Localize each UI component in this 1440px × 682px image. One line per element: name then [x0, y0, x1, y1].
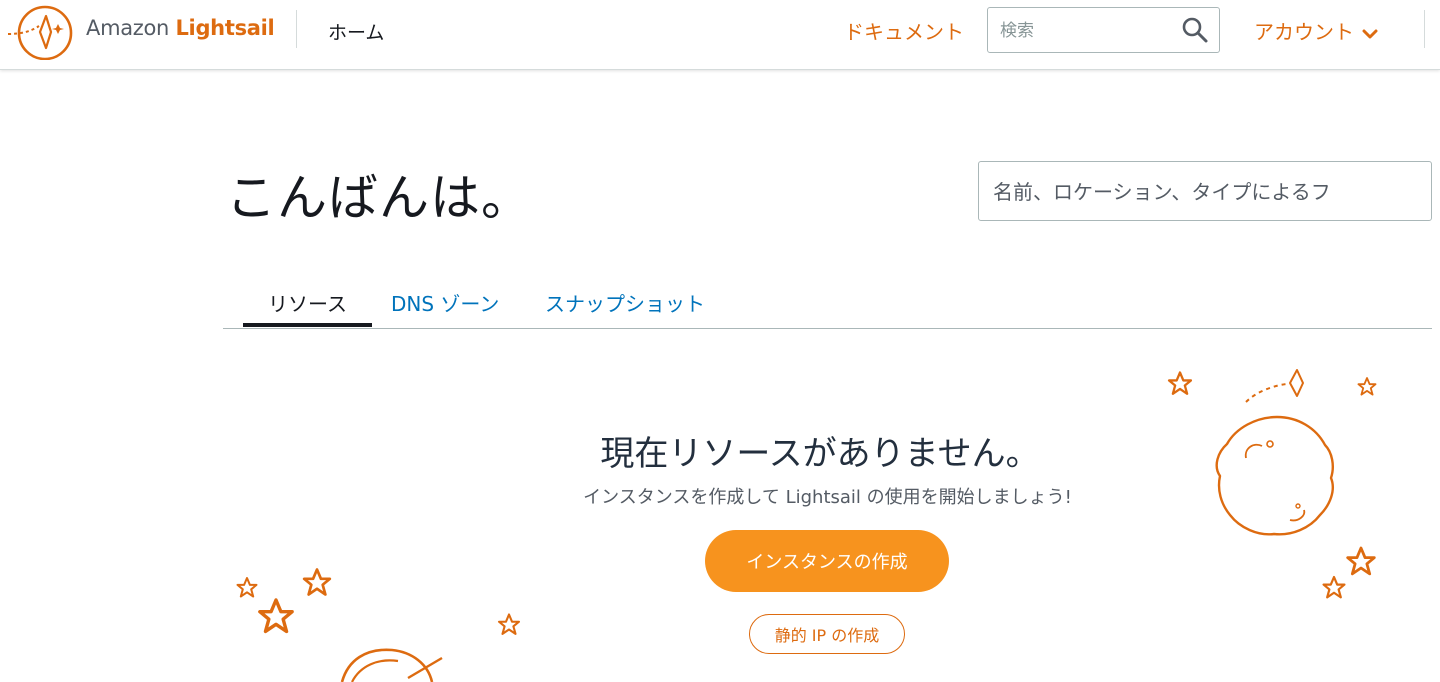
- star-icon: [1167, 371, 1193, 395]
- tab-snapshots[interactable]: スナップショット: [545, 288, 705, 317]
- account-menu[interactable]: アカウント: [1254, 16, 1378, 45]
- resource-tabs: リソース DNS ゾーン スナップショット: [223, 284, 1432, 329]
- trail-dashes: [1245, 383, 1287, 403]
- empty-state-title: 現在リソースがありません。: [600, 434, 1040, 474]
- ship-hull-icon: [351, 659, 399, 682]
- ship-hull-icon: [340, 648, 434, 682]
- star-icon: [302, 568, 332, 596]
- resource-filter-input[interactable]: [991, 176, 1415, 208]
- create-static-ip-button[interactable]: 静的 IP の作成: [749, 614, 905, 654]
- header-search-input[interactable]: [998, 17, 1172, 45]
- star-icon: [497, 613, 521, 635]
- header-right-divider: [1424, 10, 1425, 48]
- header-divider: [296, 10, 297, 48]
- chevron-down-icon: [1362, 29, 1378, 38]
- documentation-link[interactable]: ドキュメント: [844, 16, 964, 45]
- empty-state-subtitle: インスタンスを作成して Lightsail の使用を開始しましょう!: [583, 487, 1072, 508]
- page-greeting: こんばんは。: [226, 169, 532, 227]
- create-instance-button[interactable]: インスタンスの作成: [705, 530, 949, 592]
- star-icon: [1322, 575, 1346, 599]
- resource-filter: [978, 161, 1432, 221]
- brand-name[interactable]: Amazon Lightsail: [86, 16, 275, 40]
- star-icon: [1357, 377, 1377, 396]
- search-icon[interactable]: [1181, 16, 1209, 44]
- small-ship-icon: [1289, 369, 1304, 397]
- star-icon: [1346, 546, 1376, 576]
- home-link[interactable]: ホーム: [328, 18, 384, 45]
- lightsail-logo-icon[interactable]: [6, 4, 74, 60]
- star-icon: [236, 577, 258, 598]
- planet-crater: [1289, 509, 1306, 522]
- brand-prefix: Amazon: [86, 16, 170, 40]
- top-navigation-bar: Amazon Lightsail ホーム ドキュメント アカウント: [0, 0, 1440, 70]
- brand-lightsail: Lightsail: [175, 16, 275, 40]
- ship-line: [407, 656, 443, 680]
- header-search: [987, 7, 1220, 53]
- tab-dns-zones[interactable]: DNS ゾーン: [391, 288, 499, 317]
- tab-resources[interactable]: リソース: [243, 288, 372, 327]
- account-menu-label: アカウント: [1254, 20, 1354, 44]
- star-icon: [258, 598, 294, 634]
